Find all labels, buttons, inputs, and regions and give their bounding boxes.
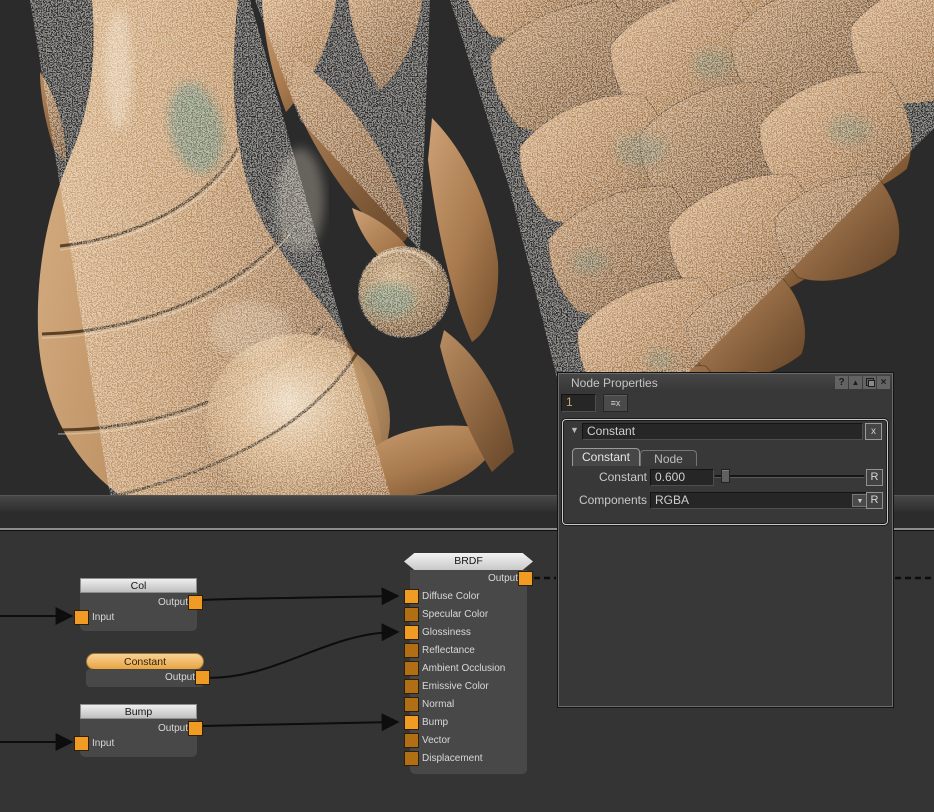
components-label: Components [563,492,647,509]
node-constant[interactable]: Constant Output [86,653,204,687]
port-row: Input [80,610,197,625]
constant-reset-button[interactable]: R [866,469,883,486]
brdf-bump-connector[interactable] [405,716,418,729]
slider-handle[interactable] [721,469,730,483]
port-row: Output [80,721,197,736]
tab-node[interactable]: Node [640,450,697,466]
components-value: RGBA [655,493,689,507]
col-output-connector[interactable] [189,596,202,609]
port-label: Ambient Occlusion [422,663,505,674]
port-row: Glossiness [410,624,527,642]
port-row: Ambient Occlusion [410,660,527,678]
port-label: Bump [422,717,448,728]
port-row: Specular Color [410,606,527,624]
node-properties-panel: Node Properties ? ▲ × 1 ≡x ▼ Constant x … [558,373,893,707]
close-icon[interactable]: × [877,376,890,389]
constant-item-group: ▼ Constant x Constant Node Constant 0.60… [562,419,888,525]
port-label: Emissive Color [422,681,489,692]
components-reset-button[interactable]: R [866,492,883,509]
port-row: Diffuse Color [410,588,527,606]
node-bump-header[interactable]: Bump [80,704,197,719]
port-row: Output [86,670,204,685]
tab-constant[interactable]: Constant [572,448,640,466]
brdf-displacement-connector[interactable] [405,752,418,765]
brdf-glossiness-connector[interactable] [405,626,418,639]
preset-count-field[interactable]: 1 [561,394,596,412]
node-col-body: Output Input [80,593,197,631]
port-label: Vector [422,735,450,746]
port-label: Output [158,723,188,734]
node-brdf-header[interactable]: BRDF [404,553,533,570]
port-label: Displacement [422,753,483,764]
brdf-output-connector[interactable] [519,572,532,585]
node-constant-body: Output [86,669,204,687]
brdf-specular-color-connector[interactable] [405,608,418,621]
port-label: Output [158,597,188,608]
node-bump[interactable]: Bump Output Input [80,704,197,757]
brdf-vector-connector[interactable] [405,734,418,747]
col-input-connector[interactable] [75,611,88,624]
node-brdf-body: Output Diffuse Color Specular Color Glos… [410,570,527,774]
port-label: Output [165,672,195,683]
port-row: Vector [410,732,527,750]
node-brdf[interactable]: BRDF Output Diffuse Color Specular Color… [410,570,527,774]
node-bump-body: Output Input [80,719,197,757]
port-row: Normal [410,696,527,714]
help-icon[interactable]: ? [835,376,848,389]
port-row: Output [80,595,197,610]
bump-input-connector[interactable] [75,737,88,750]
item-name-field[interactable]: Constant [582,423,863,440]
solo-icon[interactable]: ▲ [849,376,862,389]
brdf-emissive-color-connector[interactable] [405,680,418,693]
node-col[interactable]: Col Output Input [80,578,197,631]
port-label: Specular Color [422,609,488,620]
brdf-diffuse-color-connector[interactable] [405,590,418,603]
port-label: Input [92,612,114,623]
node-constant-header[interactable]: Constant [86,653,204,670]
brdf-ambient-occlusion-connector[interactable] [405,662,418,675]
port-label: Normal [422,699,454,710]
port-row: Bump [410,714,527,732]
bump-output-connector[interactable] [189,722,202,735]
node-col-header[interactable]: Col [80,578,197,593]
port-label: Output [488,573,518,584]
constant-slider[interactable] [715,475,864,477]
port-label: Input [92,738,114,749]
port-label: Diffuse Color [422,591,480,602]
constant-value-field[interactable]: 0.600 [650,469,714,486]
item-remove-button[interactable]: x [865,423,882,440]
filter-button[interactable]: ≡x [603,394,628,412]
port-label: Glossiness [422,627,471,638]
constant-label: Constant [563,469,647,486]
brdf-reflectance-connector[interactable] [405,644,418,657]
disclosure-triangle-icon[interactable]: ▼ [570,425,579,435]
port-row: Reflectance [410,642,527,660]
port-row: Output [410,570,527,588]
application-window: Col Output Input Constant Output Bump O [0,0,934,812]
constant-output-connector[interactable] [196,671,209,684]
port-row: Emissive Color [410,678,527,696]
port-row: Input [80,736,197,751]
port-row: Displacement [410,750,527,768]
panel-titlebar-icons: ? ▲ × [835,376,890,389]
brdf-normal-connector[interactable] [405,698,418,711]
components-dropdown[interactable]: RGBA ▼ [650,492,870,509]
port-label: Reflectance [422,645,475,656]
popout-icon[interactable] [863,376,876,389]
